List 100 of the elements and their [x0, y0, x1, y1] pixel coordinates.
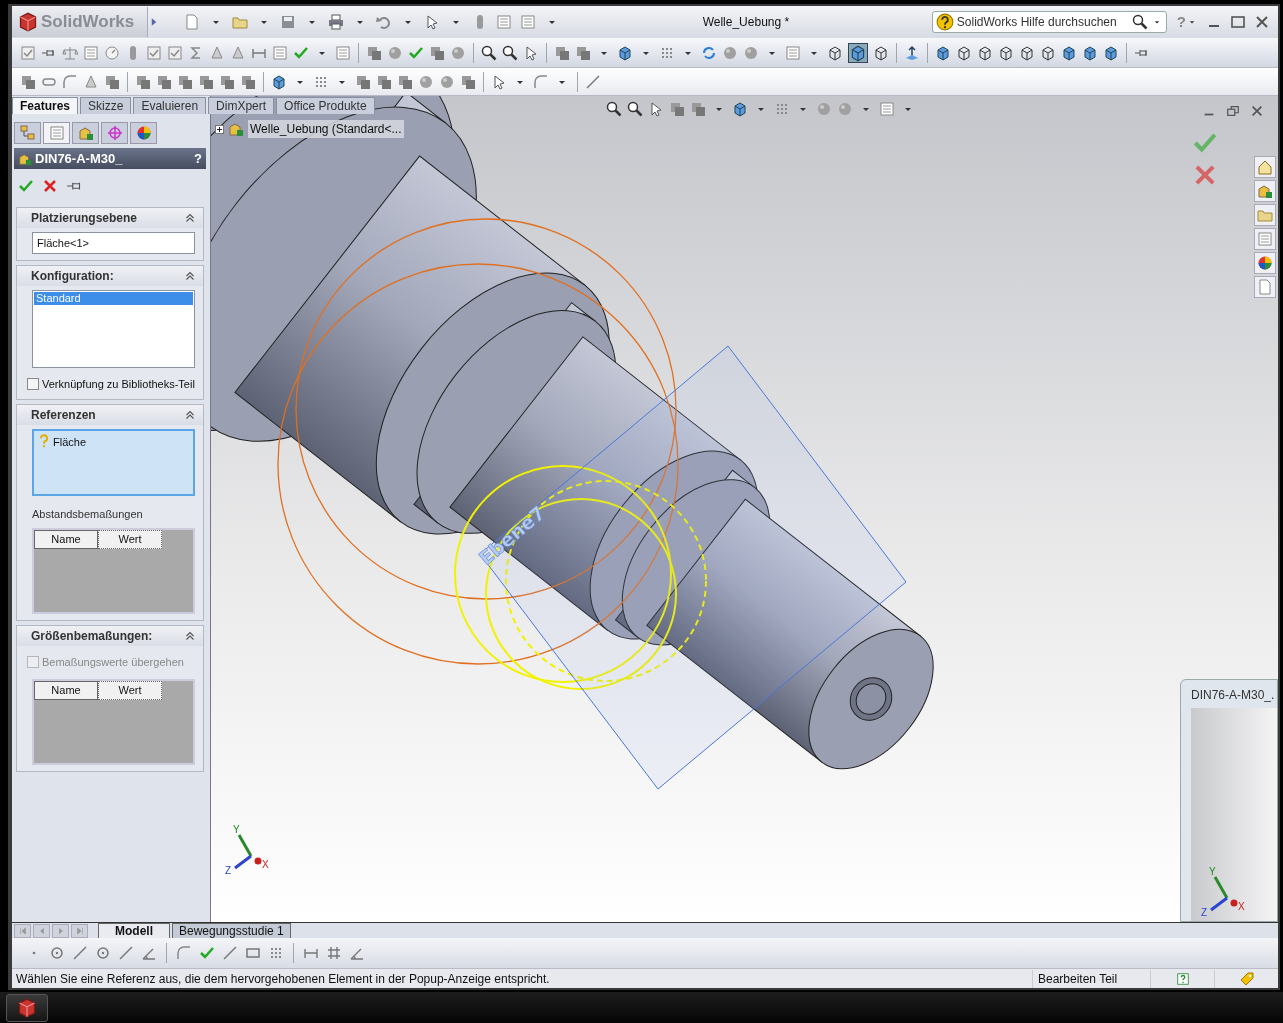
cube-icon[interactable] [935, 44, 951, 61]
panel-tab[interactable] [43, 122, 70, 144]
check-icon[interactable] [18, 178, 34, 194]
maximize-icon[interactable] [1230, 14, 1246, 30]
cube-icon[interactable] [1103, 44, 1119, 61]
column-header[interactable]: Wert [98, 680, 162, 700]
stacked-squares-icon[interactable] [104, 73, 120, 90]
stacked-squares-icon[interactable] [156, 73, 172, 90]
input-field[interactable]: Fläche<1> [32, 232, 195, 254]
color-wheel-icon[interactable] [1257, 255, 1273, 271]
document-icon[interactable] [184, 14, 200, 30]
pointer-icon[interactable] [491, 73, 507, 90]
checkbox-icon[interactable] [20, 44, 36, 61]
normal-arrow-icon[interactable] [904, 44, 920, 61]
stacked-squares-icon[interactable] [177, 73, 193, 90]
fillet-icon[interactable] [62, 73, 78, 90]
stacked-squares-icon[interactable] [460, 73, 476, 90]
panel-tab[interactable] [72, 122, 99, 144]
list-icon[interactable] [879, 101, 895, 117]
fillet-icon[interactable] [533, 73, 549, 90]
command-tab[interactable]: Evaluieren [133, 97, 207, 114]
magnifier-icon[interactable] [627, 101, 643, 117]
stacked-squares-icon[interactable] [669, 101, 685, 117]
fillet-icon[interactable] [176, 945, 192, 961]
list-icon[interactable] [83, 44, 99, 61]
stacked-squares-icon[interactable] [219, 73, 235, 90]
list-icon[interactable] [496, 14, 512, 30]
search-box[interactable]: SolidWorks Hilfe durchsuchen [931, 11, 1167, 33]
sphere-icon[interactable] [450, 44, 466, 61]
circle-icon[interactable] [49, 945, 65, 961]
cube-icon[interactable] [1061, 44, 1077, 61]
group-header[interactable]: Größenbemaßungen: [17, 626, 203, 646]
feature-tree-item[interactable]: Welle_Uebung (Standard<... [248, 120, 404, 138]
stacked-squares-icon[interactable] [135, 73, 151, 90]
sphere-icon[interactable] [439, 73, 455, 90]
check-icon[interactable] [199, 945, 215, 961]
wireframe-cube-icon[interactable] [1019, 44, 1035, 61]
stacked-squares-icon[interactable] [429, 44, 445, 61]
group-header[interactable]: Referenzen [17, 404, 203, 425]
panel-tab[interactable] [14, 122, 41, 144]
dot-grid-icon[interactable] [268, 945, 284, 961]
selection-box[interactable]: Fläche [32, 428, 195, 496]
command-tab[interactable]: Features [12, 97, 79, 114]
rectangle-icon[interactable] [245, 945, 261, 961]
command-tab[interactable]: DimXpert [208, 97, 275, 114]
cube-icon[interactable] [849, 43, 867, 62]
pointer-icon[interactable] [424, 14, 440, 30]
list-icon[interactable] [520, 14, 536, 30]
panel-tab[interactable] [101, 122, 128, 144]
column-header[interactable]: Wert [98, 530, 162, 549]
folder-icon[interactable] [1257, 207, 1273, 223]
magnifier-icon[interactable] [1131, 14, 1148, 30]
stacked-squares-icon[interactable] [397, 73, 413, 90]
line-icon[interactable] [222, 945, 238, 961]
column-header[interactable]: Name [34, 530, 98, 549]
pointer-icon[interactable] [648, 101, 664, 117]
checkbox-icon[interactable] [146, 44, 162, 61]
cube-icon[interactable] [617, 44, 633, 61]
checkbox-icon[interactable] [167, 44, 183, 61]
wireframe-cube-icon[interactable] [873, 44, 889, 61]
line-icon[interactable] [72, 945, 88, 961]
group-header[interactable]: Konfiguration: [17, 266, 203, 286]
stacked-squares-icon[interactable] [366, 44, 382, 61]
help-button[interactable]: ? [194, 148, 202, 169]
stacked-squares-icon[interactable] [355, 73, 371, 90]
panel-tab[interactable] [130, 122, 157, 144]
line-icon[interactable] [585, 73, 601, 90]
cross-icon[interactable] [42, 178, 58, 194]
line-icon[interactable] [118, 945, 134, 961]
cone-icon[interactable] [230, 44, 246, 61]
magnifier-icon[interactable] [481, 44, 497, 61]
magnifier-icon[interactable] [606, 101, 622, 117]
sphere-icon[interactable] [722, 44, 738, 61]
list-icon[interactable] [272, 44, 288, 61]
stacked-squares-icon[interactable] [690, 101, 706, 117]
stacked-squares-icon[interactable] [575, 44, 591, 61]
undo-icon[interactable] [376, 14, 392, 30]
column-header[interactable]: Name [34, 680, 98, 700]
stacked-squares-icon[interactable] [198, 73, 214, 90]
list-icon[interactable] [785, 44, 801, 61]
wireframe-cube-icon[interactable] [956, 44, 972, 61]
magnifier-icon[interactable] [502, 44, 518, 61]
cube-icon[interactable] [1082, 44, 1098, 61]
circle-icon[interactable] [95, 945, 111, 961]
grid-icon[interactable] [326, 945, 342, 961]
pointer-icon[interactable] [523, 44, 539, 61]
parts-icon[interactable] [1257, 183, 1273, 199]
expand-icon[interactable] [215, 124, 224, 134]
stacked-squares-icon[interactable] [554, 44, 570, 61]
wireframe-cube-icon[interactable] [827, 44, 843, 61]
refresh-icon[interactable] [701, 44, 717, 61]
group-header[interactable]: Platzierungsebene [17, 208, 203, 228]
cone-icon[interactable] [209, 44, 225, 61]
stacked-squares-icon[interactable] [240, 73, 256, 90]
restore-icon[interactable] [1226, 104, 1240, 118]
taskbar-button[interactable] [6, 993, 48, 1022]
gauge-icon[interactable] [104, 44, 120, 61]
help-search-field[interactable]: SolidWorks Hilfe durchsuchen [956, 13, 1129, 31]
cube-icon[interactable] [271, 73, 287, 90]
home-icon[interactable] [1257, 159, 1273, 175]
